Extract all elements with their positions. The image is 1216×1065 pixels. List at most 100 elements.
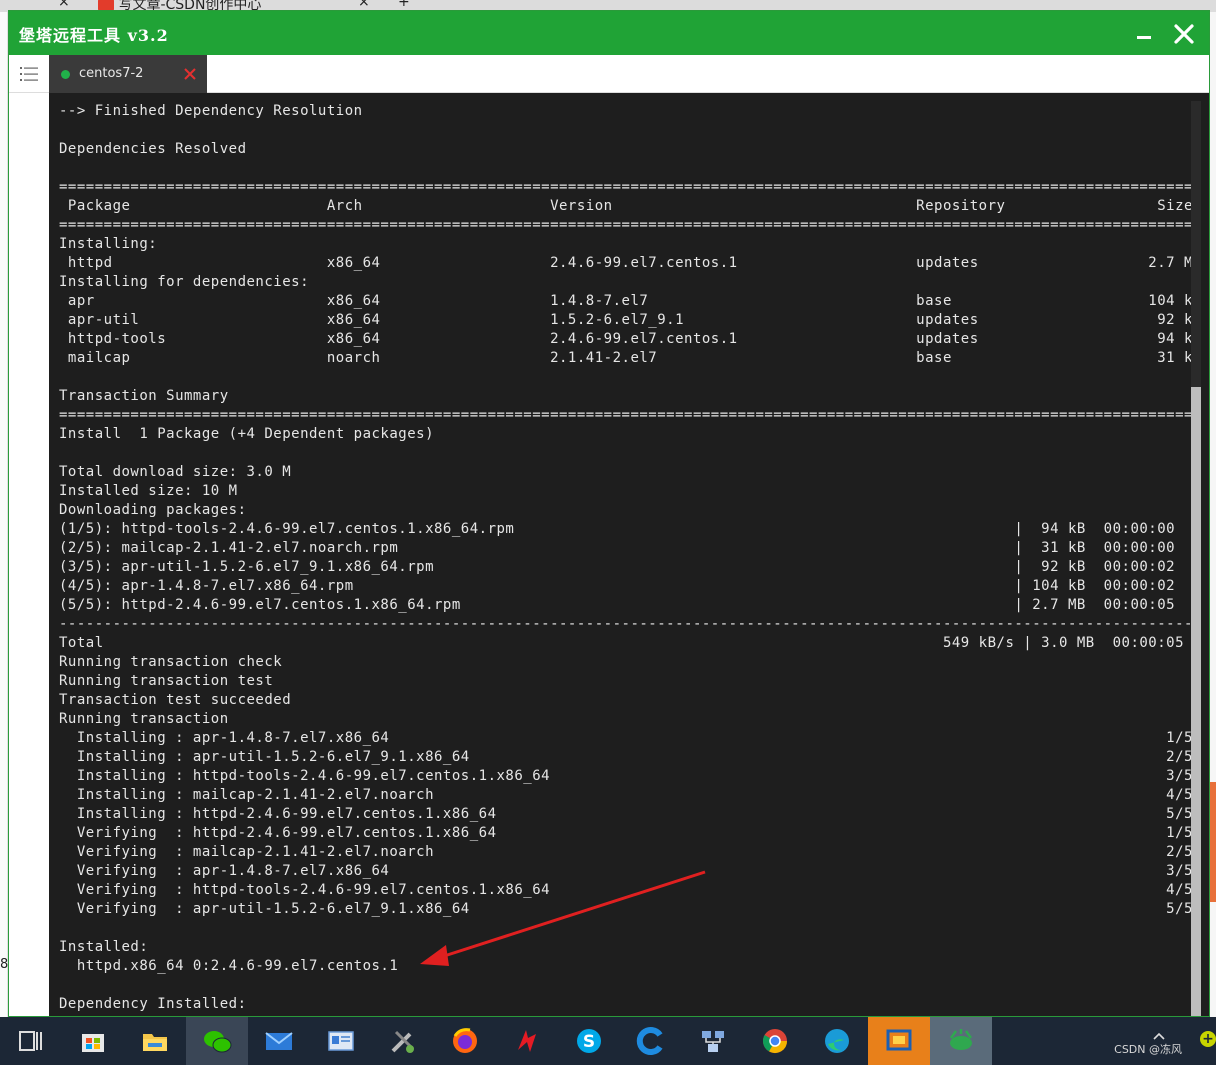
terminal[interactable]: --> Finished Dependency Resolution Depen… [49, 93, 1209, 1016]
chrome-icon [762, 1029, 787, 1054]
terminal-line: Dependencies Resolved [59, 141, 247, 157]
terminal-line: Install 1 Package (+4 Dependent packages… [59, 426, 435, 442]
terminal-line: Verifying : httpd-tools-2.4.6-99.el7.cen… [59, 882, 1193, 898]
file-explorer-icon [143, 1034, 167, 1051]
task-view-icon [19, 1031, 42, 1051]
taskbar-contacts[interactable] [310, 1017, 372, 1065]
taskbar-firefox[interactable] [434, 1017, 496, 1065]
taskbar-network[interactable] [682, 1017, 744, 1065]
terminal-line: Installing: [59, 236, 158, 252]
window-title: 堡塔远程工具 v3.2 [19, 26, 169, 45]
network-icon [702, 1031, 724, 1052]
firefox-icon [453, 1028, 477, 1053]
skype-icon: S [577, 1029, 601, 1053]
remote-desktop-icon [886, 1029, 912, 1051]
terminal-line: (4/5): apr-1.4.8-7.el7.x86_64.rpm | 104 … [59, 578, 1176, 594]
c-app-icon [636, 1027, 663, 1055]
background-image-strip [1210, 782, 1216, 902]
terminal-line: ========================================… [59, 217, 1202, 233]
terminal-line: Installing : mailcap-2.1.41-2.el7.noarch… [59, 787, 1193, 803]
tray-badge-icon[interactable]: + [1200, 1031, 1216, 1047]
baota-icon [949, 1029, 973, 1050]
terminal-line: httpd x86_64 2.4.6-99.el7.centos.1 updat… [59, 255, 1193, 271]
taskbar-wechat[interactable] [186, 1017, 248, 1065]
terminal-line: ----------------------------------------… [59, 616, 1202, 632]
sidebar [9, 93, 49, 1016]
session-tab-close-button[interactable] [183, 64, 199, 82]
background-page-left: 8 [0, 12, 8, 1017]
taskbar: S CSDN @冻风 + [0, 1017, 1216, 1065]
terminal-line: Installing for dependencies: [59, 274, 310, 290]
minimize-icon [1137, 36, 1151, 39]
terminal-output[interactable]: --> Finished Dependency Resolution Depen… [59, 102, 1202, 1014]
background-page-right [1210, 12, 1216, 1017]
terminal-line: httpd.x86_64 0:2.4.6-99.el7.centos.1 [59, 958, 399, 974]
wechat-icon [204, 1031, 232, 1053]
session-tab[interactable]: centos7-2 [49, 55, 207, 93]
terminal-line: mailcap noarch 2.1.41-2.el7 base 31 k [59, 350, 1193, 366]
terminal-line: Total 549 kB/s | 3.0 MB 00:00:05 [59, 635, 1185, 651]
taskbar-edge[interactable] [806, 1017, 868, 1065]
taskbar-baota[interactable] [930, 1017, 992, 1065]
terminal-line: Transaction test succeeded [59, 692, 292, 708]
taskbar-skype[interactable]: S [558, 1017, 620, 1065]
terminal-line: (5/5): httpd-2.4.6-99.el7.centos.1.x86_6… [59, 597, 1176, 613]
terminal-line: Verifying : httpd-2.4.6-99.el7.centos.1.… [59, 825, 1193, 841]
close-icon [184, 68, 196, 80]
contact-card-icon [328, 1031, 354, 1051]
mail-icon [265, 1032, 293, 1050]
terminal-line: httpd-tools x86_64 2.4.6-99.el7.centos.1… [59, 331, 1193, 347]
taskbar-mail[interactable] [248, 1017, 310, 1065]
terminal-line: Installing : apr-util-1.5.2-6.el7_9.1.x8… [59, 749, 1193, 765]
terminal-line: Running transaction check [59, 654, 283, 670]
taskbar-tools[interactable] [372, 1017, 434, 1065]
terminal-line: Running transaction [59, 711, 229, 727]
terminal-line: Package Arch Version Repository Size [59, 198, 1193, 214]
microsoft-store-icon [82, 1034, 104, 1052]
terminal-line: Total download size: 3.0 M [59, 464, 292, 480]
screen: × 写文章-CSDN创作中心 × + 8 堡塔远程工具 v3.2 centos7… [0, 0, 1216, 1065]
terminal-line: Installing : httpd-tools-2.4.6-99.el7.ce… [59, 768, 1193, 784]
terminal-line: (3/5): apr-util-1.5.2-6.el7_9.1.x86_64.r… [59, 559, 1176, 575]
title-bar[interactable]: 堡塔远程工具 v3.2 [9, 11, 1209, 55]
terminal-line: Installed: [59, 939, 149, 955]
terminal-line: Verifying : apr-1.4.8-7.el7.x86_64 3/5 [59, 863, 1193, 879]
terminal-line: apr-util x86_64 1.5.2-6.el7_9.1 updates … [59, 312, 1193, 328]
session-tab-bar: centos7-2 [9, 55, 1209, 93]
taskbar-explorer[interactable] [124, 1017, 186, 1065]
edge-icon [825, 1029, 849, 1053]
terminal-line: Installing : apr-1.4.8-7.el7.x86_64 1/5 [59, 730, 1193, 746]
terminal-line: Installing : httpd-2.4.6-99.el7.centos.1… [59, 806, 1193, 822]
menu-button[interactable] [9, 55, 49, 93]
connection-status-icon [61, 70, 70, 79]
session-tab-label: centos7-2 [79, 66, 144, 81]
watermark-label: CSDN @冻风 [1114, 1043, 1182, 1056]
terminal-line: Installed size: 10 M [59, 483, 238, 499]
terminal-line: (2/5): mailcap-2.1.41-2.el7.noarch.rpm |… [59, 540, 1176, 556]
close-icon [1174, 24, 1194, 44]
terminal-line: Dependency Installed: [59, 996, 247, 1012]
taskbar-red-app[interactable] [496, 1017, 558, 1065]
taskbar-remote-desktop[interactable] [868, 1017, 930, 1065]
terminal-line: Transaction Summary [59, 388, 229, 404]
terminal-line: Verifying : apr-util-1.5.2-6.el7_9.1.x86… [59, 901, 1193, 917]
terminal-line: Verifying : mailcap-2.1.41-2.el7.noarch … [59, 844, 1193, 860]
taskbar-chrome[interactable] [744, 1017, 806, 1065]
terminal-line: apr x86_64 1.4.8-7.el7 base 104 k [59, 293, 1193, 309]
close-button[interactable] [1169, 19, 1199, 49]
terminal-line: Downloading packages: [59, 502, 247, 518]
taskbar-c-app[interactable] [620, 1017, 682, 1065]
taskbar-task-view[interactable] [0, 1017, 62, 1065]
list-menu-icon [20, 67, 38, 81]
terminal-line: ========================================… [59, 407, 1202, 423]
terminal-line: --> Finished Dependency Resolution [59, 103, 363, 119]
red-app-icon [518, 1030, 536, 1052]
terminal-line: Running transaction test [59, 673, 274, 689]
minimize-button[interactable] [1129, 21, 1159, 47]
scrollbar-thumb[interactable] [1191, 387, 1201, 1016]
taskbar-store[interactable] [62, 1017, 124, 1065]
